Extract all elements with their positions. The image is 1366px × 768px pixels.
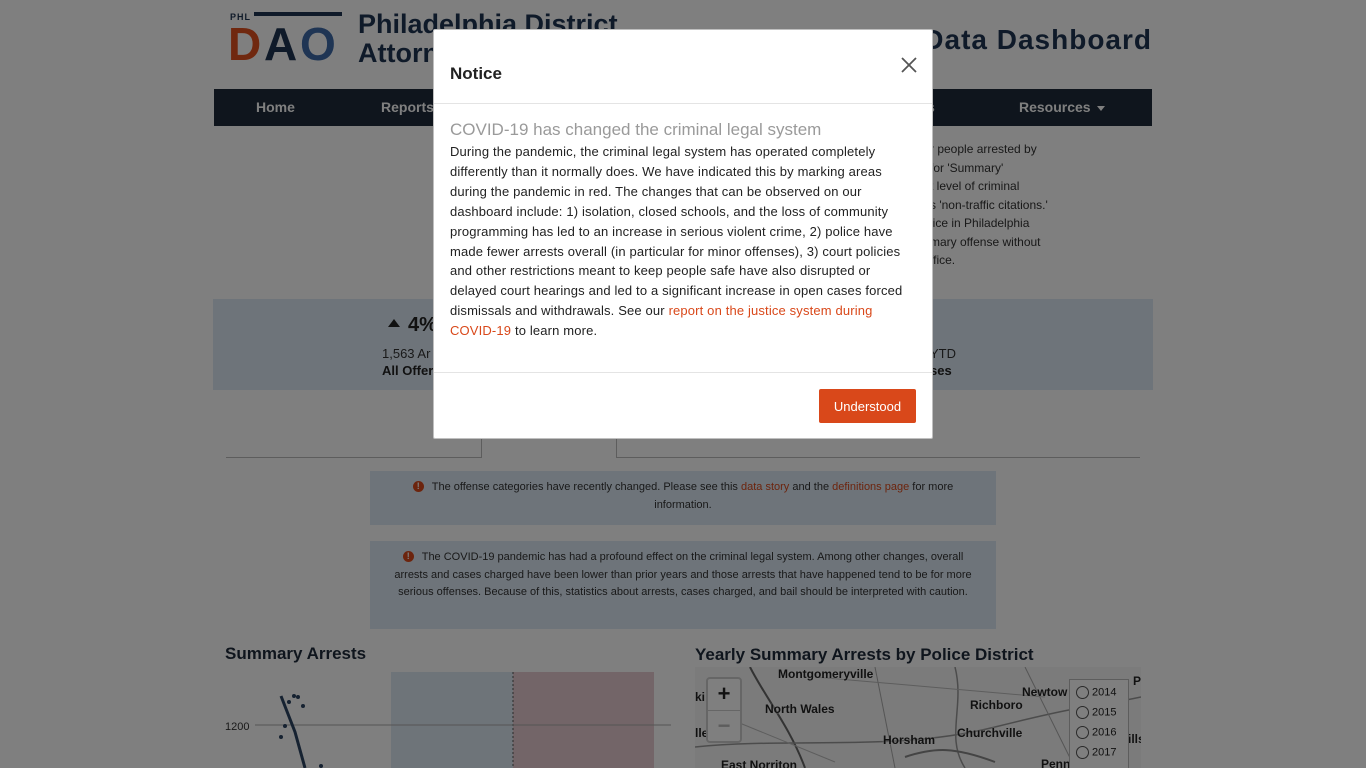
page: PHL D A O Philadelphia District Attorney… (0, 0, 1366, 768)
close-icon[interactable] (898, 54, 920, 76)
close-icon-svg (901, 57, 917, 73)
modal-body-end: to learn more. (514, 323, 598, 339)
modal-footer-divider (434, 372, 932, 373)
notice-modal: Notice COVID-19 has changed the criminal… (433, 29, 933, 439)
understood-button[interactable]: Understood (819, 389, 916, 423)
modal-title: Notice (450, 64, 502, 83)
modal-header: Notice (434, 30, 932, 104)
modal-text: During the pandemic, the criminal legal … (450, 142, 920, 341)
modal-body-text: During the pandemic, the criminal legal … (450, 144, 903, 319)
modal-subtitle: COVID-19 has changed the criminal legal … (450, 120, 822, 139)
modal-body: COVID-19 has changed the criminal legal … (450, 120, 920, 341)
